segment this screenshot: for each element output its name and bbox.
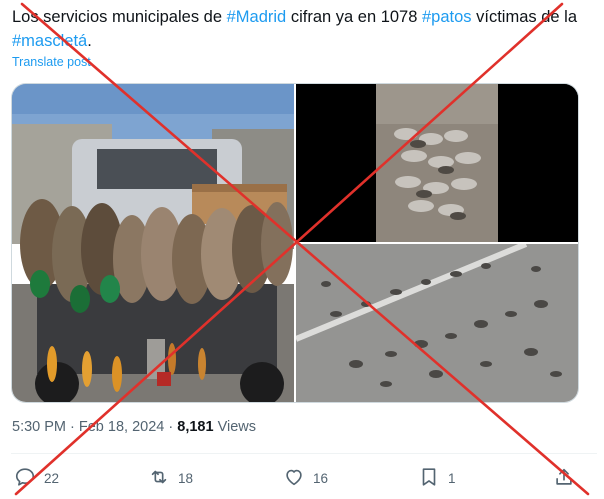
heart-icon [283,466,305,491]
photo-ducks-on-road[interactable] [296,244,578,402]
bookmark-count: 1 [448,470,456,486]
tweet-text-part: . [87,32,92,50]
tweet-text-part: Los servicios municipales de [12,8,227,26]
translate-post-link[interactable]: Translate post [12,55,91,69]
hashtag-patos-link[interactable]: #patos [422,8,472,26]
bookmark-icon [418,466,440,491]
like-count: 16 [313,470,329,486]
tweet-meta: 5:30 PM · Feb 18, 2024 · 8,181 Views [12,419,256,435]
tweet-text-part: cifran ya en 1078 [286,8,422,26]
repost-button[interactable]: 18 [148,464,193,492]
post-date-link[interactable]: Feb 18, 2024 [79,419,164,435]
like-button[interactable]: 16 [283,464,328,492]
reply-icon [14,466,36,491]
photo-ducks-on-truck[interactable] [12,84,294,402]
bookmark-button[interactable]: 1 [418,464,456,492]
share-button[interactable] [553,464,575,492]
action-bar: 22 18 16 1 [0,464,604,494]
post-time-link[interactable]: 5:30 PM [12,419,66,435]
repost-icon [148,466,170,491]
media-grid [11,83,579,403]
reply-button[interactable]: 22 [14,464,59,492]
hashtag-madrid-link[interactable]: #Madrid [227,8,287,26]
views-count: 8,181 [177,419,214,435]
reply-count: 22 [44,470,60,486]
meta-separator: · [66,419,79,435]
meta-separator: · [164,419,178,435]
share-icon [553,466,575,491]
photo-ducks-on-ground[interactable] [296,84,578,242]
divider [11,453,597,454]
hashtag-mascleta-link[interactable]: #mascletá [12,32,87,50]
tweet-text: Los servicios municipales de #Madrid cif… [12,5,597,53]
tweet-text-part: víctimas de la [471,8,578,26]
repost-count: 18 [178,470,194,486]
views-label: Views [213,419,256,435]
